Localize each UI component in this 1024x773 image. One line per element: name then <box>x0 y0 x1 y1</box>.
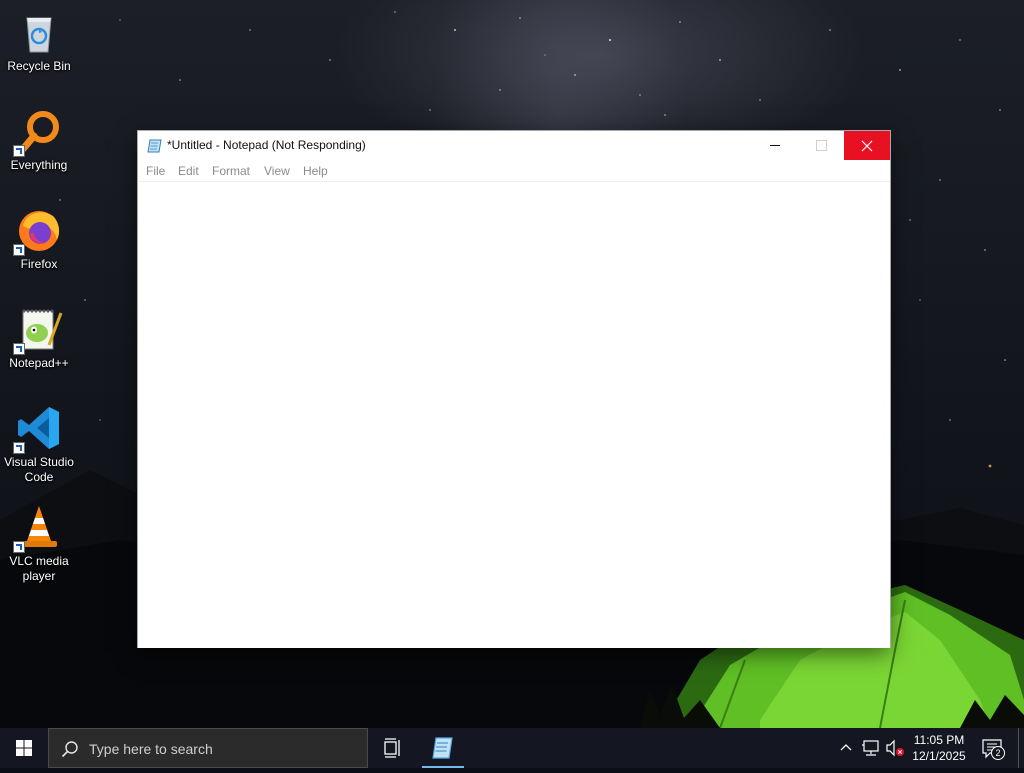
desktop-icon-label: Visual Studio Code <box>4 455 74 484</box>
volume-muted-icon[interactable] <box>885 739 905 757</box>
shortcut-arrow-icon <box>13 343 25 355</box>
menu-view[interactable]: View <box>263 164 291 178</box>
taskbar: Type here to search 11:05 PM 12/1/2025 2 <box>0 728 1024 768</box>
notepad-window[interactable]: *Untitled - Notepad (Not Responding) Fil… <box>138 131 890 648</box>
network-icon[interactable] <box>861 739 881 757</box>
menu-help[interactable]: Help <box>302 164 329 178</box>
maximize-icon <box>816 140 827 151</box>
desktop-icon-label: Recycle Bin <box>7 59 71 73</box>
task-view-icon <box>384 738 400 758</box>
everything-search-icon <box>13 107 63 157</box>
maximize-button[interactable] <box>798 131 844 160</box>
desktop-icon-label: VLC media player <box>9 554 69 583</box>
desktop-icon-vlc[interactable]: VLC media player <box>2 499 76 591</box>
close-button[interactable] <box>844 131 890 160</box>
menu-file[interactable]: File <box>145 164 166 178</box>
clock-time: 11:05 PM <box>913 733 965 747</box>
notepad-plus-plus-icon <box>13 305 63 355</box>
notepad-app-icon <box>432 737 453 759</box>
shortcut-arrow-icon <box>13 145 25 157</box>
taskbar-notepad-button[interactable] <box>422 728 464 768</box>
taskbar-clock[interactable]: 11:05 PM 12/1/2025 <box>906 732 972 764</box>
clock-date: 12/1/2025 <box>912 749 966 763</box>
minimize-button[interactable] <box>752 131 798 160</box>
windows-logo-icon <box>16 740 32 756</box>
vlc-icon <box>13 503 63 553</box>
shortcut-arrow-icon <box>13 541 25 553</box>
task-view-button[interactable] <box>370 728 416 768</box>
desktop-icon-vscode[interactable]: Visual Studio Code <box>2 400 76 492</box>
show-hidden-icons-chevron-icon[interactable] <box>838 740 854 756</box>
desktop-icon-firefox[interactable]: Firefox <box>2 202 76 294</box>
text-editor-area[interactable] <box>138 181 890 648</box>
notification-count-badge: 2 <box>991 746 1005 760</box>
minimize-icon <box>770 145 780 146</box>
search-icon <box>61 741 78 758</box>
search-placeholder: Type here to search <box>89 741 213 757</box>
show-desktop-button[interactable] <box>1018 728 1024 768</box>
shortcut-arrow-icon <box>13 244 25 256</box>
close-icon <box>861 140 873 152</box>
vscode-icon <box>13 404 63 454</box>
menu-edit[interactable]: Edit <box>177 164 200 178</box>
notepad-title-bar[interactable]: *Untitled - Notepad (Not Responding) <box>138 131 890 161</box>
start-button[interactable] <box>0 728 48 768</box>
taskbar-search-box[interactable]: Type here to search <box>48 728 368 768</box>
action-center-button[interactable]: 2 <box>978 734 1008 762</box>
window-title: *Untitled - Notepad (Not Responding) <box>167 138 366 152</box>
desktop-icon-notepad-plus-plus[interactable]: Notepad++ <box>2 301 76 393</box>
desktop-icon-recycle-bin[interactable]: Recycle Bin <box>2 4 76 96</box>
menu-format[interactable]: Format <box>211 164 251 178</box>
desktop-icon-label: Firefox <box>20 257 58 271</box>
desktop-icon-label: Everything <box>10 158 68 172</box>
notepad-app-icon[interactable] <box>147 138 163 154</box>
shortcut-arrow-icon <box>13 442 25 454</box>
recycle-bin-icon <box>15 8 63 56</box>
firefox-icon <box>13 206 63 256</box>
desktop-icon-label: Notepad++ <box>9 356 69 370</box>
menu-bar: File Edit Format View Help <box>138 161 890 181</box>
desktop-icon-everything[interactable]: Everything <box>2 103 76 195</box>
